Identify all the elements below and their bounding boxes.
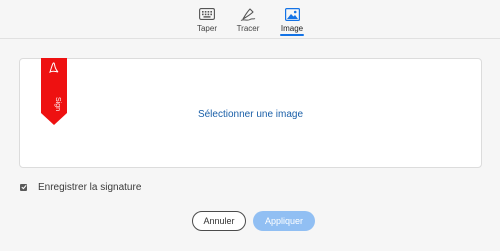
image-dropzone[interactable]: Sign Sélectionner une image <box>19 58 482 168</box>
apply-button[interactable]: Appliquer <box>253 211 315 231</box>
tab-label: Tracer <box>236 24 260 33</box>
checkmark-icon <box>20 184 27 190</box>
signature-mode-tabs: Taper Tracer Image <box>0 0 500 39</box>
cancel-button[interactable]: Annuler <box>192 211 246 231</box>
image-icon <box>284 6 300 22</box>
tab-label: Taper <box>196 24 217 33</box>
active-tab-indicator <box>280 34 304 36</box>
select-image-link[interactable]: Sélectionner une image <box>20 109 481 120</box>
save-signature-checkbox[interactable] <box>20 183 27 191</box>
pen-icon <box>240 6 256 22</box>
save-signature-option[interactable]: Enregistrer la signature <box>20 181 141 193</box>
save-signature-label: Enregistrer la signature <box>38 181 142 193</box>
keyboard-icon <box>199 6 215 22</box>
tab-label: Image <box>280 24 304 33</box>
tab-tracer[interactable]: Tracer <box>224 0 272 38</box>
tab-image[interactable]: Image <box>268 0 316 38</box>
